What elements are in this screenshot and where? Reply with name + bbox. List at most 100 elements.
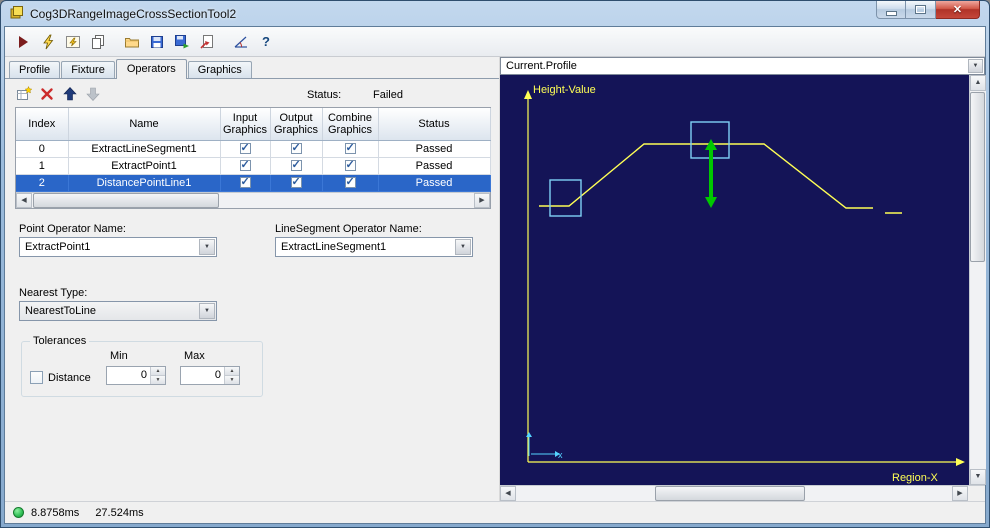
delete-operator-button[interactable] <box>36 83 57 104</box>
spin-down-icon[interactable]: ▼ <box>225 376 239 384</box>
output-graphics-cell <box>270 174 323 192</box>
display-selector-combobox[interactable]: Current.Profile ▼ <box>500 57 985 75</box>
output-graphics-cell <box>270 157 323 175</box>
operator-row[interactable]: 1ExtractPoint1 Passed <box>16 157 491 175</box>
combine-graphics-checkbox[interactable] <box>344 158 356 172</box>
grid-hscrollbar[interactable]: ◀ ▶ <box>16 191 490 208</box>
tool-image-button[interactable] <box>61 30 85 54</box>
maximize-button[interactable] <box>906 1 936 19</box>
add-operator-button[interactable] <box>13 83 34 104</box>
operator-row[interactable]: 0ExtractLineSegment1 Passed <box>16 140 491 158</box>
title-bar[interactable]: Cog3DRangeImageCrossSectionTool2 ✕ <box>4 1 986 26</box>
app-icon <box>10 5 24 22</box>
minimize-button[interactable] <box>876 1 906 19</box>
operators-tab-page: Status: Failed Index Name Input Graphics… <box>5 78 499 501</box>
status-bar: 8.8758ms 27.524ms <box>5 501 985 523</box>
distance-checkbox[interactable] <box>30 371 43 384</box>
col-output-graphics[interactable]: Output Graphics <box>270 108 323 141</box>
output-graphics-checkbox[interactable] <box>290 141 302 155</box>
tolerances-title: Tolerances <box>30 335 90 347</box>
tab-graphics[interactable]: Graphics <box>187 61 252 78</box>
add-operator-icon <box>16 85 32 100</box>
display-hscroll-thumb[interactable] <box>655 486 805 501</box>
y-axis-label: Height-Value <box>533 84 596 96</box>
lightning-run-button[interactable] <box>36 30 60 54</box>
chevron-down-icon[interactable]: ▼ <box>199 303 215 319</box>
scroll-right-icon[interactable]: ▶ <box>474 192 490 208</box>
output-graphics-checkbox[interactable] <box>290 175 302 189</box>
save-icon <box>151 35 163 48</box>
linesegment-operator-value: ExtractLineSegment1 <box>281 241 387 253</box>
output-graphics-checkbox[interactable] <box>290 158 302 172</box>
profile-display[interactable]: Height-Value Region-X x ▲ ▼ <box>500 75 986 485</box>
point-operator-combobox[interactable]: ExtractPoint1 ▼ <box>19 237 217 257</box>
col-input-graphics[interactable]: Input Graphics <box>220 108 271 141</box>
scroll-up-icon[interactable]: ▲ <box>970 75 986 91</box>
min-spinner[interactable]: 0 ▲ ▼ <box>106 366 166 385</box>
marker-box <box>549 179 582 217</box>
scroll-left-icon[interactable]: ◀ <box>16 192 32 208</box>
chevron-down-icon[interactable]: ▼ <box>199 239 215 255</box>
tab-fixture[interactable]: Fixture <box>61 61 115 78</box>
combine-graphics-checkbox[interactable] <box>344 141 356 155</box>
scroll-right-icon[interactable]: ▶ <box>952 486 968 501</box>
row-index-cell: 0 <box>16 140 69 158</box>
input-graphics-checkbox[interactable] <box>239 141 251 155</box>
combine-graphics-cell <box>322 157 379 175</box>
linesegment-operator-combobox[interactable]: ExtractLineSegment1 ▼ <box>275 237 473 257</box>
move-operator-up-button[interactable] <box>59 83 80 104</box>
grid-hscroll-thumb[interactable] <box>33 192 219 208</box>
nearest-type-combobox[interactable]: NearestToLine ▼ <box>19 301 217 321</box>
app-window: Cog3DRangeImageCrossSectionTool2 ✕ ? Pro… <box>0 0 990 528</box>
input-graphics-checkbox[interactable] <box>239 175 251 189</box>
open-button[interactable] <box>120 30 144 54</box>
col-index[interactable]: Index <box>16 108 69 141</box>
min-value[interactable]: 0 <box>107 367 150 384</box>
scroll-down-icon[interactable]: ▼ <box>970 469 986 485</box>
col-name[interactable]: Name <box>68 108 221 141</box>
spin-up-icon[interactable]: ▲ <box>151 367 165 376</box>
operator-row[interactable]: 2DistancePointLine1 Passed <box>16 174 491 192</box>
operator-grid: Index Name Input Graphics Output Graphic… <box>15 107 491 209</box>
open-folder-icon <box>125 37 139 47</box>
chevron-down-icon[interactable]: ▼ <box>455 239 471 255</box>
col-status[interactable]: Status <box>378 108 491 141</box>
tab-operators[interactable]: Operators <box>115 59 187 79</box>
paste-import-button[interactable] <box>195 30 219 54</box>
combine-graphics-checkbox[interactable] <box>344 175 356 189</box>
max-value[interactable]: 0 <box>181 367 224 384</box>
row-status-cell: Passed <box>378 174 491 192</box>
tab-strip: Profile Fixture Operators Graphics <box>5 57 499 79</box>
row-name-cell: DistancePointLine1 <box>68 174 221 192</box>
input-graphics-cell <box>220 174 271 192</box>
profile-plot[interactable]: Height-Value Region-X x <box>500 75 969 484</box>
svg-text:x: x <box>558 450 563 460</box>
close-button[interactable]: ✕ <box>936 1 980 19</box>
scroll-left-icon[interactable]: ◀ <box>500 486 516 501</box>
linesegment-operator-label: LineSegment Operator Name: <box>275 223 422 235</box>
col-combine-graphics[interactable]: Combine Graphics <box>322 108 379 141</box>
spin-up-icon[interactable]: ▲ <box>225 367 239 376</box>
chevron-down-icon[interactable]: ▼ <box>968 59 983 73</box>
tab-profile[interactable]: Profile <box>9 61 61 78</box>
status-label: Status: <box>307 89 342 101</box>
nearest-type-value: NearestToLine <box>25 305 96 317</box>
display-hscrollbar[interactable]: ◀ ▶ <box>500 485 968 501</box>
copy-button[interactable] <box>86 30 110 54</box>
scrollbar-corner <box>968 485 985 501</box>
max-label: Max <box>184 350 205 362</box>
delete-icon <box>40 87 53 100</box>
display-vscrollbar[interactable]: ▲ ▼ <box>969 75 986 485</box>
max-spinner[interactable]: 0 ▲ ▼ <box>180 366 240 385</box>
nearest-type-label: Nearest Type: <box>19 287 88 299</box>
run-button[interactable] <box>11 30 35 54</box>
help-button[interactable]: ? <box>254 30 278 54</box>
move-operator-down-button[interactable] <box>82 83 103 104</box>
spin-down-icon[interactable]: ▼ <box>151 376 165 384</box>
display-vscroll-thumb[interactable] <box>970 92 985 262</box>
input-graphics-checkbox[interactable] <box>239 158 251 172</box>
save-button[interactable] <box>145 30 169 54</box>
save-results-button[interactable] <box>170 30 194 54</box>
run-icon <box>19 35 28 48</box>
measure-angle-button[interactable] <box>229 30 253 54</box>
